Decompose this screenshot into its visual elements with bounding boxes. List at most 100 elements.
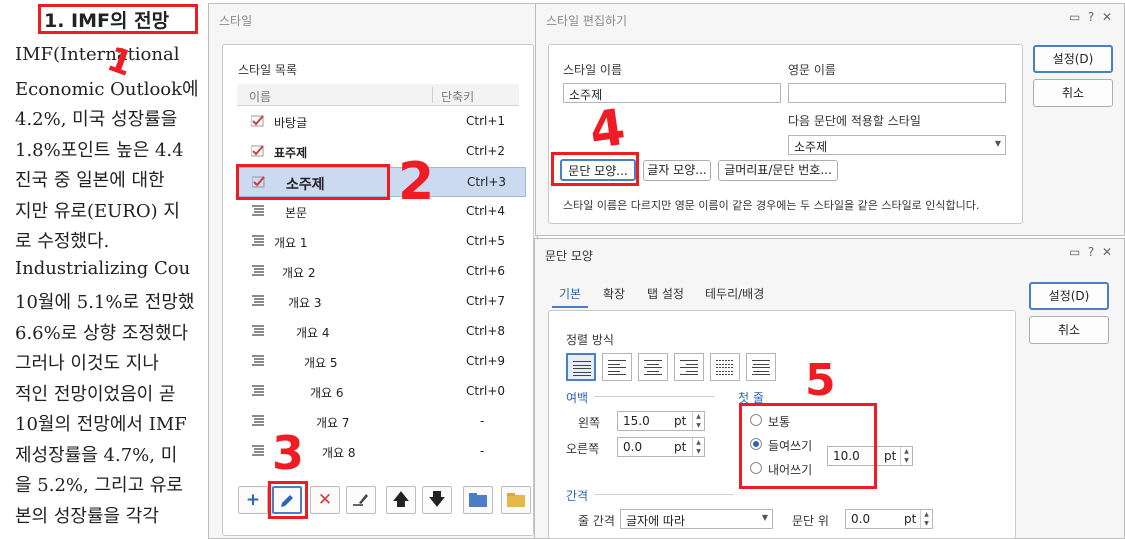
edit-dialog-title: 스타일 편집하기 — [546, 14, 628, 28]
style-item-shortcut: Ctrl+9 — [466, 354, 506, 368]
style-item-shortcut: Ctrl+1 — [466, 114, 506, 128]
align-divide-icon[interactable] — [746, 353, 776, 381]
annotation-box-edit-button — [268, 481, 308, 519]
edit-ok-button[interactable]: 설정(D) — [1033, 45, 1113, 73]
paragraph-style-icon — [251, 265, 265, 277]
para-above-label: 문단 위 — [792, 514, 829, 528]
annotation-number-3: 3 — [272, 426, 305, 480]
line-spacing-select[interactable]: 글자에 따라 ▼ — [620, 509, 773, 529]
style-item-name: 개요 5 — [304, 356, 338, 370]
para-above-stepper[interactable]: ▲ ▼ — [920, 510, 932, 528]
left-margin-input[interactable]: 15.0 pt ▲ ▼ — [617, 411, 705, 431]
style-item-shortcut: Ctrl+5 — [466, 234, 506, 248]
doc-line: 을 5.2%, 그리고 유로 — [15, 475, 183, 496]
style-list-item[interactable]: 개요 6 Ctrl+0 — [238, 377, 526, 407]
style-item-name: 바탕글 — [274, 116, 308, 130]
paragraph-style-icon — [251, 385, 265, 397]
help-icon[interactable]: ? — [1088, 10, 1094, 24]
right-margin-unit: pt — [674, 440, 687, 454]
tab-tab-settings[interactable]: 탭 설정 — [647, 285, 684, 302]
next-style-select[interactable]: 소주제 ▼ — [788, 135, 1006, 155]
close-icon[interactable]: ✕ — [1102, 10, 1112, 24]
style-name-label: 스타일 이름 — [563, 63, 623, 77]
paragraph-dialog-title: 문단 모양 — [545, 249, 593, 263]
char-shape-button[interactable]: 글자 모양... — [643, 160, 711, 181]
chevron-down-icon: ▼ — [994, 139, 1001, 148]
annotation-box-first-line — [739, 403, 877, 489]
english-name-input[interactable] — [788, 83, 1006, 103]
annotation-box-title — [38, 4, 198, 34]
doc-line: IMF(International — [15, 44, 180, 65]
style-list-item[interactable]: 본문 Ctrl+4 — [238, 197, 526, 227]
style-list-header: 이름 단축키 — [237, 84, 519, 106]
feedback-icon[interactable]: ▭ — [1069, 245, 1080, 259]
spacing-label: 간격 — [566, 489, 589, 503]
style-name-input[interactable]: 소주제 — [563, 83, 781, 103]
tab-border-background[interactable]: 테두리/배경 — [705, 285, 764, 302]
move-up-icon: 🡅 — [392, 490, 410, 510]
style-list-item[interactable]: 개요 5 Ctrl+9 — [238, 347, 526, 377]
move-down-button[interactable]: 🡇 — [422, 486, 452, 514]
doc-line: 10월의 전망에서 IMF — [15, 414, 187, 435]
style-list-item[interactable]: 개요 4 Ctrl+8 — [238, 317, 526, 347]
align-justify-icon[interactable] — [566, 353, 596, 381]
doc-line: 제성장률을 4.7%, 미 — [15, 444, 178, 466]
char-style-icon — [250, 115, 265, 127]
doc-line: 그러나 이것도 지나 — [15, 353, 159, 374]
style-list-item[interactable]: 개요 2 Ctrl+6 — [238, 257, 526, 287]
indent-unit: pt — [884, 449, 897, 463]
doc-line: 지만 유로(EURO) 지 — [15, 200, 180, 222]
edit-style-icon — [353, 494, 368, 506]
bullet-number-button[interactable]: 글머리표/문단 번호... — [718, 160, 838, 181]
style-list-item[interactable]: 표주제 Ctrl+2 — [238, 137, 526, 167]
paragraph-style-icon — [251, 295, 265, 307]
col-name-header: 이름 — [249, 90, 272, 104]
import-style-button[interactable] — [463, 486, 493, 514]
style-item-shortcut: Ctrl+4 — [466, 204, 506, 218]
tab-basic[interactable]: 기본 — [559, 285, 581, 302]
align-left-icon[interactable] — [602, 353, 632, 381]
feedback-icon[interactable]: ▭ — [1069, 10, 1080, 24]
para-above-input[interactable]: 0.0 pt ▲ ▼ — [845, 509, 933, 529]
align-right-icon[interactable] — [674, 353, 704, 381]
move-down-icon: 🡇 — [428, 490, 446, 510]
style-list-item[interactable]: 바탕글 Ctrl+1 — [238, 107, 526, 137]
indent-stepper[interactable]: ▲ ▼ — [900, 447, 912, 465]
help-icon[interactable]: ? — [1088, 245, 1094, 259]
chevron-down-icon: ▼ — [761, 513, 768, 522]
open-folder-button[interactable] — [501, 486, 531, 514]
style-list-label: 스타일 목록 — [238, 63, 298, 77]
right-margin-input[interactable]: 0.0 pt ▲ ▼ — [617, 437, 705, 457]
left-margin-stepper[interactable]: ▲ ▼ — [692, 412, 704, 430]
paragraph-ok-button[interactable]: 설정(D) — [1029, 282, 1109, 310]
align-center-icon[interactable] — [638, 353, 668, 381]
doc-line: 6.6%로 상향 조정했다 — [15, 322, 189, 344]
style-item-name: 본문 — [285, 206, 308, 220]
style-options-button[interactable] — [346, 486, 376, 514]
style-list-item[interactable]: 개요 3 Ctrl+7 — [238, 287, 526, 317]
style-dialog-title: 스타일 — [219, 14, 253, 28]
style-item-shortcut: Ctrl+3 — [467, 175, 507, 189]
margin-divider — [594, 396, 714, 397]
style-list-item[interactable]: 개요 1 Ctrl+5 — [238, 227, 526, 257]
next-style-label: 다음 문단에 적용할 스타일 — [788, 114, 921, 128]
english-name-label: 영문 이름 — [788, 63, 836, 77]
paragraph-cancel-button[interactable]: 취소 — [1029, 316, 1109, 344]
style-list[interactable]: 이름 단축키 바탕글 Ctrl+1 표주제 Ctrl+2 소주제 Ctrl+3 본문 Ctrl… — [237, 84, 527, 478]
doc-line: 10월에 5.1%로 전망했 — [15, 292, 195, 313]
tab-extended[interactable]: 확장 — [603, 285, 625, 302]
edit-note: 스타일 이름은 다르지만 영문 이름이 같은 경우에는 두 스타일을 같은 스타… — [563, 199, 980, 212]
right-margin-stepper[interactable]: ▲ ▼ — [692, 438, 704, 456]
style-item-name: 개요 8 — [322, 446, 356, 460]
edit-cancel-button[interactable]: 취소 — [1033, 79, 1113, 107]
left-margin-label: 왼쪽 — [578, 416, 601, 430]
delete-style-button[interactable]: ✕ — [310, 486, 340, 514]
align-distribute-icon[interactable] — [710, 353, 740, 381]
add-style-button[interactable]: + — [238, 486, 268, 514]
paragraph-style-icon — [251, 235, 265, 247]
open-folder-icon — [507, 493, 525, 507]
move-up-button[interactable]: 🡅 — [386, 486, 416, 514]
close-icon[interactable]: ✕ — [1102, 245, 1112, 259]
style-item-name: 개요 2 — [282, 266, 316, 280]
style-item-shortcut: Ctrl+6 — [466, 264, 506, 278]
